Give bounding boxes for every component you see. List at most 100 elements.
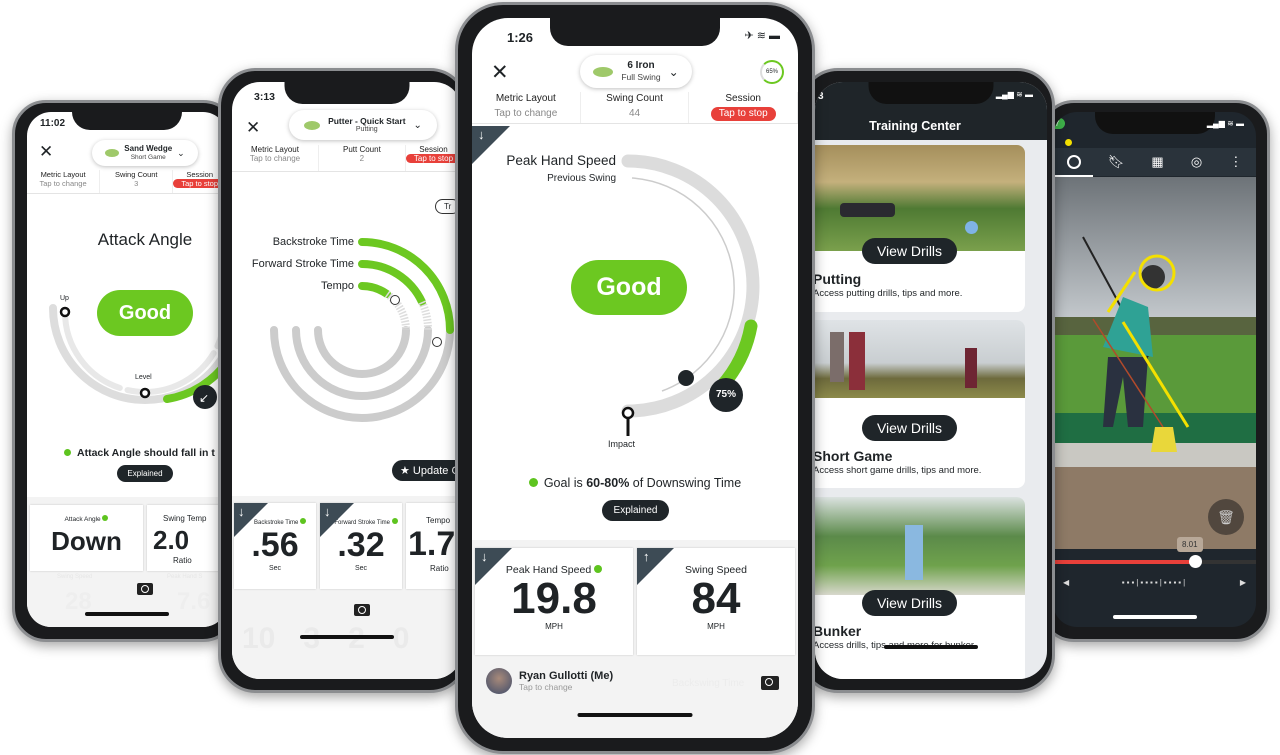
session[interactable]: Session Tap to stop bbox=[405, 145, 462, 171]
metric-tile[interactable]: ↓ Forward Stroke Time .32 Sec bbox=[320, 503, 402, 589]
status-time: 11:02 bbox=[40, 118, 66, 129]
explained-button[interactable]: Explained bbox=[602, 500, 669, 521]
status-icons: ▂▄▆ ≋ ▬ bbox=[1206, 119, 1244, 128]
faded-values: 10320 bbox=[242, 622, 410, 655]
arrow-down-icon: ↓ bbox=[238, 504, 245, 519]
status-time: 3:13 bbox=[254, 91, 276, 103]
phone-training-center: 3 ▂▄▆ ≋ ▬ Training Center View Drills Pu… bbox=[800, 68, 1055, 693]
drill-card-putting[interactable]: View Drills Putting Access putting drill… bbox=[815, 145, 1025, 312]
drill-card-bunker[interactable]: View Drills Bunker Access drills, tips a… bbox=[815, 497, 1025, 679]
view-drills-button[interactable]: View Drills bbox=[862, 238, 957, 264]
recording-dot bbox=[1065, 139, 1072, 146]
playback-slider[interactable] bbox=[1053, 555, 1256, 568]
tile-unit: Ratio bbox=[430, 564, 449, 573]
ring-label-forward-stroke: Forward Stroke Time bbox=[251, 258, 354, 270]
delete-button[interactable]: 🗑︎ bbox=[1208, 499, 1244, 535]
ring-tempo bbox=[358, 282, 391, 298]
metrics-bar: Metric Layout Tap to change Swing Count 44… bbox=[472, 92, 798, 124]
previous-swing-marker bbox=[678, 370, 694, 386]
rating-badge: Good bbox=[571, 260, 687, 315]
phone-peak-hand-speed: 1:26 ✈︎ ≋ ▬ ✕ 6 Iron Full Swing ⌄ 65% Met… bbox=[455, 2, 815, 754]
status-time: 3 bbox=[818, 91, 824, 102]
camera-icon[interactable] bbox=[354, 604, 370, 616]
metric-tile[interactable]: ↓ Backstroke Time .56 Sec bbox=[234, 503, 316, 589]
step-back-icon: ◀ bbox=[1063, 578, 1070, 587]
phone2-screen: 3:13 ✕ Putter - Quick Start Putting ⌄ Met… bbox=[232, 82, 462, 679]
camera-icon[interactable] bbox=[137, 583, 153, 595]
more-icon[interactable]: ⋮ bbox=[1229, 154, 1242, 170]
progress-ring: 65% bbox=[760, 60, 784, 84]
level-label: Level bbox=[135, 374, 152, 381]
metric-layout[interactable]: Metric Layout Tap to change bbox=[232, 145, 319, 171]
user-switcher[interactable]: Ryan Gullotti (Me) Tap to change bbox=[486, 668, 613, 694]
playback-knob bbox=[1189, 555, 1203, 568]
view-drills-button[interactable]: View Drills bbox=[862, 590, 957, 616]
overlay-icon[interactable]: ◎ bbox=[1191, 154, 1202, 170]
gauge-subtitle: Previous Swing bbox=[547, 173, 616, 184]
rating-badge: Good bbox=[97, 290, 193, 336]
phone-attack-angle: 11:02 ✕ Sand Wedge Short Game ⌄ Metric La… bbox=[12, 100, 237, 642]
arrow-up-icon: ↑ bbox=[643, 549, 650, 564]
metric-layout[interactable]: Metric Layout Tap to change bbox=[472, 92, 581, 123]
session[interactable]: Session Tap to stop bbox=[689, 92, 798, 123]
timestamp-label: 8.01 bbox=[1177, 537, 1203, 552]
step-forward-icon: ▶ bbox=[1239, 578, 1246, 587]
club-icon bbox=[593, 66, 614, 77]
phone5-screen: 7 ▂▄▆ ≋ ▬ 🔖︎ ▦ ◎ ⋮ 🗑︎ 8.01 ◀ ▪▪▪|▪▪▪▪|▪▪… bbox=[1053, 112, 1256, 627]
club-selector[interactable]: 6 Iron Full Swing ⌄ bbox=[580, 55, 692, 88]
metric-layout[interactable]: Metric Layout Tap to change bbox=[27, 170, 101, 193]
level-marker bbox=[139, 387, 151, 399]
drill-card-short-game[interactable]: View Drills Short Game Access short game… bbox=[815, 320, 1025, 488]
arrow-down-icon: ↓ bbox=[481, 549, 488, 564]
up-marker bbox=[59, 306, 71, 318]
metric-tile[interactable]: ↑ Swing Speed 84 MPH bbox=[637, 548, 795, 655]
club-selector[interactable]: Sand Wedge Short Game ⌄ bbox=[92, 140, 198, 166]
status-time: 1:26 bbox=[507, 30, 534, 45]
metric-tile[interactable]: Tempo 1.7 Ratio bbox=[406, 503, 462, 589]
arrow-down-icon: ↓ bbox=[324, 504, 331, 519]
club-icon bbox=[304, 120, 321, 130]
club-icon bbox=[105, 149, 120, 157]
club-mode: Short Game bbox=[130, 153, 166, 161]
ring-label-tempo: Tempo bbox=[320, 280, 354, 292]
phone1-screen: 11:02 ✕ Sand Wedge Short Game ⌄ Metric La… bbox=[27, 112, 227, 627]
phone3-screen: 1:26 ✈︎ ≋ ▬ ✕ 6 Iron Full Swing ⌄ 65% Met… bbox=[472, 18, 798, 738]
phone4-screen: 3 ▂▄▆ ≋ ▬ Training Center View Drills Pu… bbox=[815, 82, 1047, 679]
avatar bbox=[486, 668, 512, 694]
chevron-down-icon: ⌄ bbox=[177, 147, 185, 158]
metrics-bar: Metric Layout Tap to change Putt Count 2 S… bbox=[232, 145, 462, 172]
view-drills-button[interactable]: View Drills bbox=[862, 415, 957, 441]
user-sub: Tap to change bbox=[519, 682, 573, 692]
compare-frame-icon[interactable]: ▦ bbox=[1151, 154, 1163, 170]
chevron-down-icon: ⌄ bbox=[413, 119, 422, 131]
hint-text: Attack Angle should fall in t bbox=[64, 447, 215, 459]
phone-putting: 3:13 ✕ Putter - Quick Start Putting ⌄ Met… bbox=[218, 68, 468, 693]
ring-label-backstroke: Backstroke Time bbox=[272, 236, 354, 248]
status-icons: ✈︎ ≋ ▬ bbox=[744, 30, 780, 42]
close-icon[interactable]: ✕ bbox=[39, 142, 53, 162]
user-name: Ryan Gullotti (Me) bbox=[519, 670, 614, 682]
camera-icon[interactable] bbox=[761, 676, 779, 690]
swing-count: Swing Count 44 bbox=[581, 92, 690, 123]
circle-tool-icon[interactable] bbox=[1066, 155, 1081, 169]
metrics-bar: Metric Layout Tap to change Swing Count 3 … bbox=[27, 170, 227, 194]
frame-stepper[interactable]: ◀ ▪▪▪|▪▪▪▪|▪▪▪▪| ▶ bbox=[1063, 578, 1246, 587]
swing-video-frame[interactable] bbox=[1053, 177, 1256, 549]
toolbar: 🔖︎ ▦ ◎ ⋮ bbox=[1053, 148, 1256, 176]
explained-button[interactable]: Explained bbox=[117, 465, 173, 482]
metric-tile[interactable]: Swing Temp 2.0 Ratio bbox=[147, 505, 227, 571]
faded-label: Backswing Time bbox=[672, 678, 745, 689]
club-name: Sand Wedge bbox=[124, 144, 173, 154]
metric-tile[interactable]: Attack Angle Down bbox=[30, 505, 143, 571]
close-icon[interactable]: ✕ bbox=[246, 118, 260, 138]
status-icons: ▂▄▆ ≋ ▬ bbox=[995, 90, 1033, 99]
tile-label: Tempo bbox=[426, 516, 451, 525]
metric-tile[interactable]: ↓ Peak Hand Speed 19.8 MPH bbox=[475, 548, 633, 655]
update-goals-button[interactable]: ★ Update G bbox=[392, 460, 462, 481]
short-game-image bbox=[815, 320, 1025, 398]
gauge-value: 75% bbox=[715, 389, 736, 400]
bookmark-icon[interactable]: 🔖︎ bbox=[1108, 154, 1125, 170]
close-icon[interactable]: ✕ bbox=[491, 60, 509, 85]
club-selector[interactable]: Putter - Quick Start Putting ⌄ bbox=[289, 110, 437, 140]
swing-count: Swing Count 3 bbox=[100, 170, 174, 193]
